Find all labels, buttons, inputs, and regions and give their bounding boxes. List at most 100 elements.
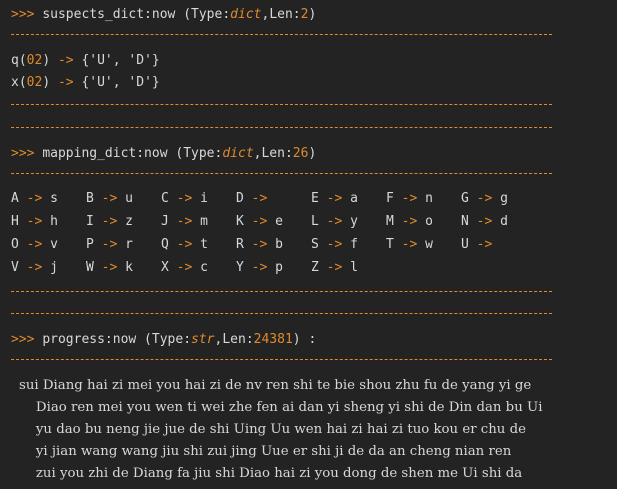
mapping-key: X xyxy=(161,260,169,275)
progress-line: Diao ren mei you wen ti wei zhe fen ai d… xyxy=(19,400,543,415)
mapping-entry: B -> u xyxy=(86,190,133,207)
separator xyxy=(11,34,552,35)
mapping-value: s xyxy=(50,191,58,206)
arrow: -> xyxy=(176,260,193,275)
mapping-key: E xyxy=(311,191,319,206)
suspects-header: >>> suspects_dict:now (Type:dict,Len:2) xyxy=(11,7,317,22)
entry-value: {'U', 'D'} xyxy=(81,53,160,68)
arrow: -> xyxy=(176,191,193,206)
separator xyxy=(11,313,552,314)
mapping-key: N xyxy=(461,214,469,229)
header-suffix: ) : xyxy=(292,332,317,347)
mapping-entry: R -> b xyxy=(236,236,283,253)
progress-header: >>> progress:now (Type:str,Len:24381) : xyxy=(11,332,317,347)
progress-line: yi jian wang wang jiu shi zui jing Uue e… xyxy=(19,444,512,459)
len-label: Len: xyxy=(222,332,254,347)
mapping-entry: W -> k xyxy=(86,259,133,276)
progress-len: 24381 xyxy=(253,332,293,347)
mapping-value: z xyxy=(125,214,133,229)
mapping-entry: M -> o xyxy=(386,213,433,230)
type-label: Type: xyxy=(151,332,192,347)
mapping-key: S xyxy=(311,237,319,252)
mapping-entry: K -> e xyxy=(236,213,283,230)
arrow: -> xyxy=(57,53,74,68)
mapping-value: h xyxy=(50,214,58,229)
mapping-entry: E -> a xyxy=(311,190,358,207)
mapping-key: M xyxy=(386,214,394,229)
mapping-key: R xyxy=(236,237,244,252)
mapping-key: I xyxy=(86,214,94,229)
arrow: -> xyxy=(101,237,118,252)
prompt-marker: >>> xyxy=(11,7,35,22)
mapping-entry: U -> xyxy=(461,236,500,253)
arrow: -> xyxy=(476,237,493,252)
prompt-marker: >>> xyxy=(11,146,35,161)
separator xyxy=(11,127,552,128)
mapping-entry: Y -> p xyxy=(236,259,283,276)
mapping-value: l xyxy=(350,260,358,275)
mapping-len: 26 xyxy=(292,146,309,161)
mapping-entry: F -> n xyxy=(386,190,433,207)
arrow: -> xyxy=(326,260,343,275)
progress-name: progress:now xyxy=(42,332,137,347)
arrow: -> xyxy=(401,214,418,229)
mapping-key: A xyxy=(11,191,19,206)
mapping-value: r xyxy=(125,237,133,252)
mapping-value: t xyxy=(200,237,208,252)
mapping-entry: G -> g xyxy=(461,190,508,207)
mapping-value: d xyxy=(500,214,508,229)
mapping-value: o xyxy=(425,214,433,229)
mapping-value: k xyxy=(125,260,133,275)
mapping-entry: X -> c xyxy=(161,259,208,276)
separator xyxy=(11,104,552,105)
mapping-header: >>> mapping_dict:now (Type:dict,Len:26) xyxy=(11,146,317,161)
progress-type: str xyxy=(191,332,215,347)
mapping-value: f xyxy=(350,237,358,252)
arrow: -> xyxy=(26,237,43,252)
mapping-key: Y xyxy=(236,260,244,275)
progress-line: sui Diang hai zi mei you hai zi de nv re… xyxy=(19,378,532,393)
mapping-key: L xyxy=(311,214,319,229)
suspects-len: 2 xyxy=(300,7,309,22)
mapping-entry: I -> z xyxy=(86,213,133,230)
mapping-entry: A -> s xyxy=(11,190,58,207)
len-label: Len: xyxy=(261,146,293,161)
entry-arg: 02 xyxy=(26,53,43,68)
mapping-key: K xyxy=(236,214,244,229)
mapping-entry: T -> w xyxy=(386,236,433,253)
mapping-key: P xyxy=(86,237,94,252)
arrow: -> xyxy=(326,214,343,229)
arrow: -> xyxy=(101,214,118,229)
mapping-key: B xyxy=(86,191,94,206)
mapping-entry: H -> h xyxy=(11,213,58,230)
mapping-entry: V -> j xyxy=(11,259,58,276)
len-label: Len: xyxy=(269,7,301,22)
mapping-value: a xyxy=(350,191,358,206)
mapping-value: w xyxy=(425,237,433,252)
suspects-entry: q(02) -> {'U', 'D'} xyxy=(11,53,160,68)
arrow: -> xyxy=(26,260,43,275)
suspects-entry: x(02) -> {'U', 'D'} xyxy=(11,75,160,90)
mapping-key: G xyxy=(461,191,469,206)
mapping-entry: Z -> l xyxy=(311,259,358,276)
arrow: -> xyxy=(326,237,343,252)
mapping-value: y xyxy=(350,214,358,229)
mapping-key: W xyxy=(86,260,94,275)
arrow: -> xyxy=(401,191,418,206)
mapping-entry: N -> d xyxy=(461,213,508,230)
arrow: -> xyxy=(101,191,118,206)
mapping-key: C xyxy=(161,191,169,206)
mapping-key: F xyxy=(386,191,394,206)
suspects-name: suspects_dict:now xyxy=(42,7,176,22)
type-label: Type: xyxy=(191,7,231,22)
mapping-entry: O -> v xyxy=(11,236,58,253)
mapping-value: m xyxy=(200,214,208,229)
mapping-entry: D -> xyxy=(236,190,275,207)
mapping-value: b xyxy=(275,237,283,252)
arrow: -> xyxy=(251,260,268,275)
arrow: -> xyxy=(26,191,43,206)
mapping-entry: Q -> t xyxy=(161,236,208,253)
mapping-key: Z xyxy=(311,260,319,275)
progress-text: sui Diang hai zi mei you hai zi de nv re… xyxy=(19,375,617,485)
arrow: -> xyxy=(401,237,418,252)
